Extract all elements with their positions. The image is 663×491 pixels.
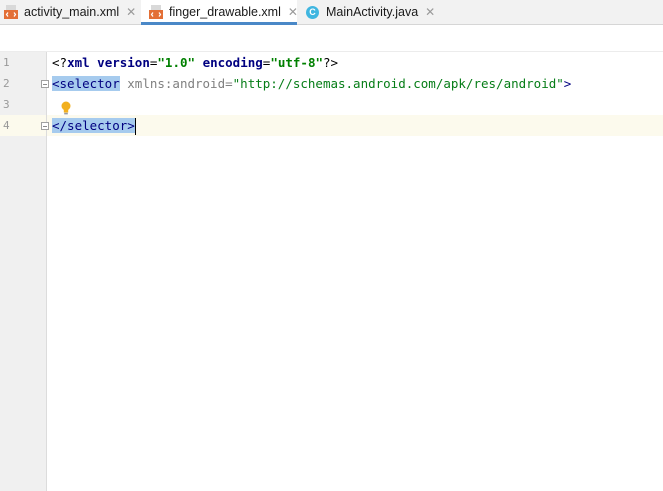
tab-label: MainActivity.java: [326, 5, 419, 19]
tab-label: activity_main.xml: [24, 5, 120, 19]
prolog-value-version: "1.0": [157, 55, 196, 70]
tab-activity-main[interactable]: activity_main.xml ✕: [4, 0, 141, 24]
close-tab-icon[interactable]: ✕: [288, 5, 298, 19]
tab-label: finger_drawable.xml: [169, 5, 281, 19]
xml-file-icon: [149, 5, 163, 19]
xmlns-attribute: xmlns:android: [127, 76, 226, 91]
text-caret: [134, 118, 136, 135]
selector-open-tag: <selector: [52, 76, 120, 91]
code-editor[interactable]: <?xml version="1.0" encoding="utf-8"?> <…: [47, 52, 663, 491]
equals: =: [225, 76, 233, 91]
tab-main-activity[interactable]: C MainActivity.java ✕: [306, 0, 441, 24]
fold-marker-icon[interactable]: [41, 80, 49, 88]
line-number: 2: [3, 77, 10, 90]
java-class-icon: C: [306, 5, 319, 19]
prolog-value-encoding: "utf-8": [270, 55, 323, 70]
xml-prolog-open: <?: [52, 55, 68, 70]
prolog-attr-version: version: [97, 55, 150, 70]
close-tab-icon[interactable]: ✕: [425, 5, 435, 19]
current-line-highlight: [47, 115, 663, 136]
editor-tab-bar: activity_main.xml ✕ finger_drawable.xml …: [0, 0, 663, 25]
xml-keyword: xml: [67, 55, 90, 70]
intention-bulb-icon[interactable]: [60, 101, 72, 115]
editor-breadcrumb-bar: [0, 25, 663, 52]
xml-file-icon: [4, 5, 18, 19]
prolog-attr-encoding: encoding: [202, 55, 263, 70]
fold-marker-icon[interactable]: [41, 122, 49, 130]
code-line-1: <?xml version="1.0" encoding="utf-8"?>: [52, 52, 338, 73]
line-number-gutter[interactable]: 1 2 3 4: [0, 52, 49, 491]
tag-bracket: >: [563, 76, 572, 91]
line-number: 4: [3, 119, 10, 132]
code-line-2: <selector xmlns:android="http://schemas.…: [52, 73, 571, 94]
xml-prolog-close: ?>: [323, 55, 339, 70]
line-number: 1: [3, 56, 10, 69]
tab-finger-drawable[interactable]: finger_drawable.xml ✕: [141, 0, 298, 25]
close-tab-icon[interactable]: ✕: [126, 5, 136, 19]
code-line-4: </selector>: [52, 115, 136, 136]
selector-close-tag: </selector>: [52, 118, 135, 133]
line-number: 3: [3, 98, 10, 111]
xmlns-value: "http://schemas.android.com/apk/res/andr…: [232, 76, 564, 91]
